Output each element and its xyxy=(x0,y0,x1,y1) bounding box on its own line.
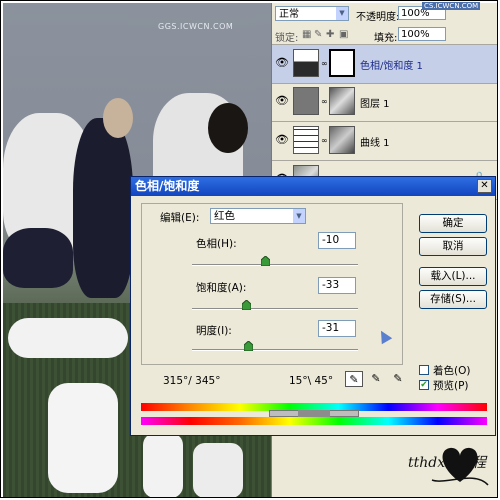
layer-name: 图层 1 xyxy=(360,99,390,110)
player-figure xyxy=(208,103,248,153)
player-figure xyxy=(73,118,133,298)
player-figure xyxy=(48,383,118,493)
lock-paint-icon[interactable]: ✎ xyxy=(314,29,322,40)
mask-thumbnail[interactable] xyxy=(329,87,355,115)
blend-mode-select[interactable]: 正常 ▼ xyxy=(275,6,349,21)
saturation-slider-track[interactable] xyxy=(192,308,358,310)
photo-watermark: GGS.ICWCN.COM xyxy=(158,22,234,31)
hue-input[interactable]: -10 xyxy=(318,232,356,249)
range-left-readout: 315°/ 345° xyxy=(163,375,221,387)
link-icon[interactable]: ∞ xyxy=(321,136,328,145)
lightness-label: 明度(I): xyxy=(196,325,232,337)
player-figure xyxy=(8,318,128,358)
heart-icon xyxy=(431,447,489,486)
link-icon[interactable]: ∞ xyxy=(321,59,328,68)
lock-move-icon[interactable]: ✚ xyxy=(326,29,334,40)
edit-channel-select[interactable]: 红色 ▼ xyxy=(210,208,306,224)
cancel-button[interactable]: 取消 xyxy=(419,237,487,256)
hue-slider-track[interactable] xyxy=(192,264,358,266)
saturation-input[interactable]: -33 xyxy=(318,277,356,294)
lightness-input[interactable]: -31 xyxy=(318,320,356,337)
colorize-checkbox[interactable] xyxy=(419,365,429,375)
layer-name: 色相/饱和度 1 xyxy=(360,61,423,72)
range-right-readout: 15°\ 45° xyxy=(289,375,334,387)
lock-label: 锁定: xyxy=(275,33,299,44)
colorize-label: 着色(O) xyxy=(433,365,471,377)
player-figure xyxy=(103,98,133,138)
top-watermark: CS.ICWCN.COM xyxy=(422,2,481,10)
fill-field[interactable]: 100% xyxy=(398,27,446,41)
dialog-titlebar[interactable]: 色相/饱和度 ✕ xyxy=(131,177,495,196)
eyedropper-minus-icon[interactable]: ✎ xyxy=(389,371,407,387)
preview-label: 预览(P) xyxy=(433,380,469,392)
player-figure xyxy=(193,443,243,497)
opacity-label: 不透明度: xyxy=(356,12,400,23)
lightness-slider-track[interactable] xyxy=(192,349,358,351)
layer-row-layer1[interactable]: 👁 ∞ 图层 1 xyxy=(272,83,497,122)
chevron-down-icon: ▼ xyxy=(293,209,305,223)
range-slider-center[interactable] xyxy=(298,410,330,417)
adjustment-thumbnail xyxy=(293,49,319,77)
layer-name: 曲线 1 xyxy=(360,138,390,149)
save-button[interactable]: 存储(S)... xyxy=(419,290,487,309)
adjustment-group: 编辑(E): 红色 ▼ 色相(H): -10 饱和度(A): -33 明度(I)… xyxy=(141,203,403,365)
eye-icon[interactable]: 👁 xyxy=(275,133,289,147)
output-color-bar xyxy=(141,417,487,425)
fill-label: 填充: xyxy=(374,33,398,44)
close-icon[interactable]: ✕ xyxy=(477,179,492,193)
layer-row-curves[interactable]: 👁 ∞ 曲线 1 xyxy=(272,122,497,161)
chevron-down-icon: ▼ xyxy=(336,7,348,20)
dialog-title: 色相/饱和度 xyxy=(135,179,200,193)
layer-thumbnail xyxy=(293,87,319,115)
link-icon[interactable]: ∞ xyxy=(321,97,328,106)
eyedropper-plus-icon[interactable]: ✎ xyxy=(367,371,385,387)
lock-transparency-icon[interactable]: ▦ xyxy=(302,29,311,40)
hue-slider-knob[interactable] xyxy=(261,256,270,266)
eye-icon[interactable]: 👁 xyxy=(275,94,289,108)
load-button[interactable]: 载入(L)... xyxy=(419,267,487,286)
mask-thumbnail[interactable] xyxy=(329,126,355,154)
lock-all-icon[interactable]: ▣ xyxy=(339,29,348,40)
hue-label: 色相(H): xyxy=(196,238,237,250)
layer-row-hue-saturation[interactable]: 👁 ∞ 色相/饱和度 1 xyxy=(272,44,497,84)
player-figure xyxy=(3,228,73,288)
hue-saturation-dialog: 色相/饱和度 ✕ 编辑(E): 红色 ▼ 色相(H): -10 饱和度(A): … xyxy=(130,176,496,436)
saturation-slider-knob[interactable] xyxy=(242,300,251,310)
eye-icon[interactable]: 👁 xyxy=(275,56,289,70)
edit-channel-value: 红色 xyxy=(214,210,235,222)
player-figure xyxy=(143,433,183,497)
eyedropper-icon[interactable]: ✎ xyxy=(345,371,363,387)
mask-thumbnail[interactable] xyxy=(329,49,355,77)
lightness-slider-knob[interactable] xyxy=(244,341,253,351)
blend-mode-value: 正常 xyxy=(279,9,299,20)
curves-thumbnail xyxy=(293,126,319,154)
preview-checkbox[interactable]: ✔ xyxy=(419,380,429,390)
ok-button[interactable]: 确定 xyxy=(419,214,487,233)
edit-label: 编辑(E): xyxy=(160,212,200,224)
saturation-label: 饱和度(A): xyxy=(196,282,247,294)
